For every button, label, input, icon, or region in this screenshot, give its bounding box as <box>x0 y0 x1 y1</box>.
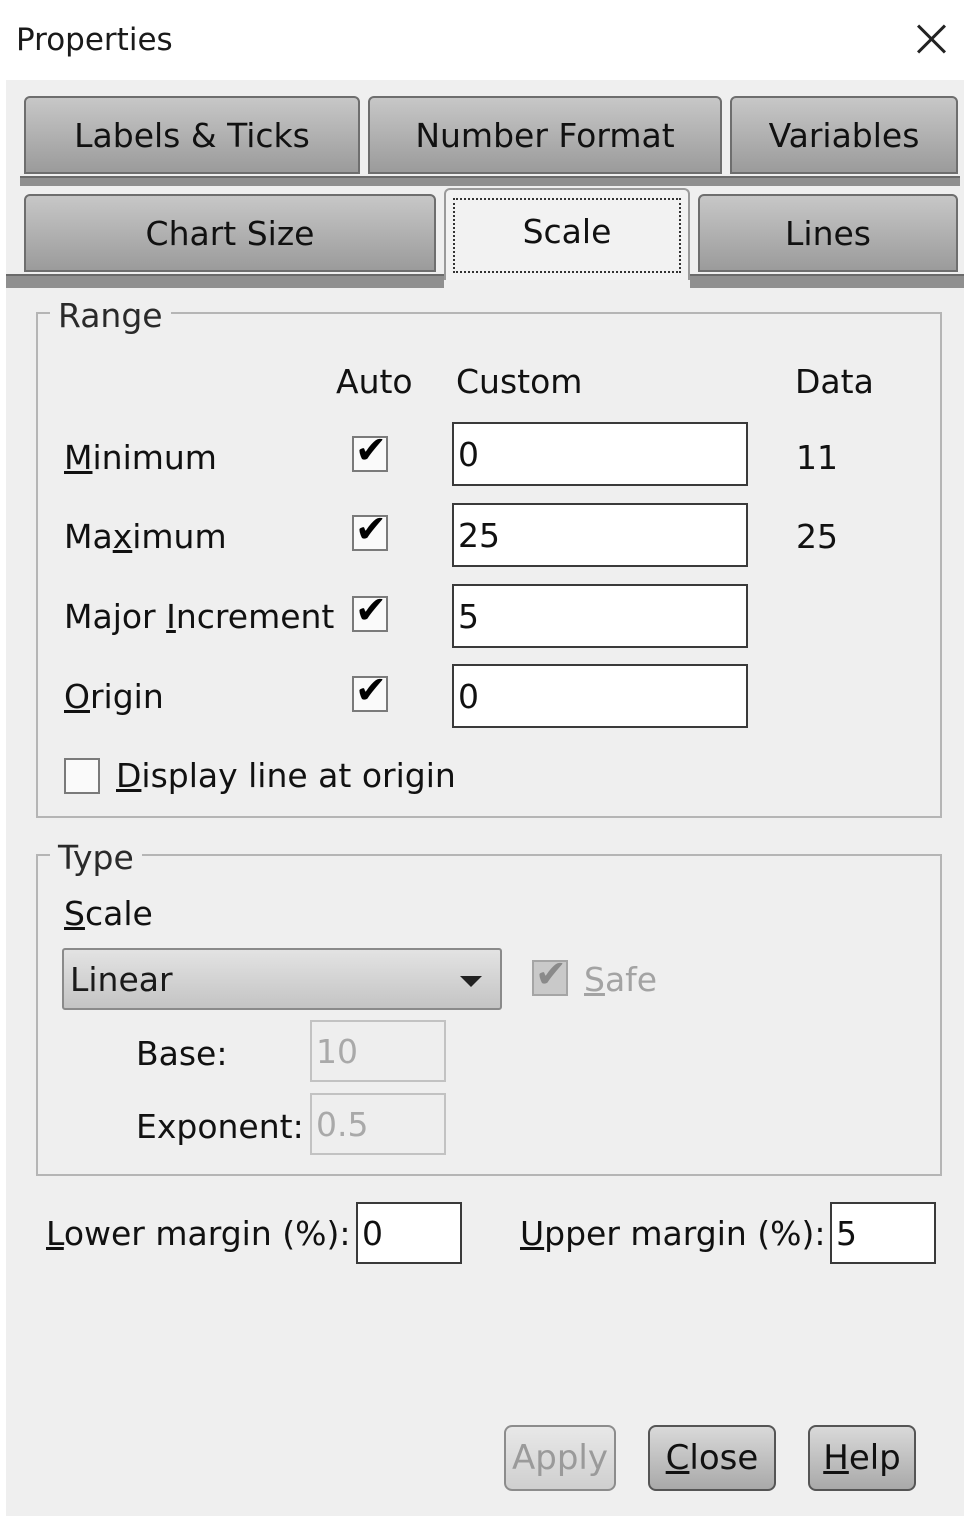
apply-button[interactable]: Apply <box>504 1425 616 1491</box>
chevron-down-icon <box>460 976 482 987</box>
origin-label: Origin <box>64 677 164 716</box>
lower-margin-label: Lower margin (%): <box>46 1214 351 1253</box>
upper-margin-field[interactable]: 5 <box>830 1202 936 1264</box>
type-group-title: Type <box>50 838 142 877</box>
close-icon[interactable] <box>911 18 951 58</box>
tab-row-separator <box>20 176 960 186</box>
lower-margin-field[interactable]: 0 <box>356 1202 462 1264</box>
dialog-title: Properties <box>16 22 173 58</box>
tab-number-format[interactable]: Number Format <box>368 96 722 174</box>
checkmark-icon: ✔ <box>355 428 387 472</box>
major-increment-custom-field[interactable]: 5 <box>452 584 748 648</box>
custom-header: Custom <box>456 362 583 401</box>
tab-label: Chart Size <box>145 213 315 253</box>
properties-dialog: Properties Labels & Ticks Number Format … <box>6 0 964 1516</box>
tab-label: Variables <box>768 115 920 155</box>
base-field[interactable]: 10 <box>310 1020 446 1082</box>
upper-margin-label: Upper margin (%): <box>520 1214 826 1253</box>
tab-labels-ticks[interactable]: Labels & Ticks <box>24 96 360 174</box>
tab-label: Lines <box>785 213 871 253</box>
checkmark-icon: ✔ <box>355 507 387 551</box>
exponent-label: Exponent: <box>136 1107 304 1146</box>
tab-content-border <box>6 274 444 288</box>
title-bar: Properties <box>6 0 964 80</box>
checkmark-icon: ✔ <box>355 668 387 712</box>
scale-type-select[interactable]: Linear <box>62 948 502 1010</box>
maximum-custom-field[interactable]: 25 <box>452 503 748 567</box>
exponent-field[interactable]: 0.5 <box>310 1093 446 1155</box>
tab-chart-size[interactable]: Chart Size <box>24 194 436 272</box>
scale-type-value: Linear <box>70 959 173 999</box>
minimum-label: Minimum <box>64 438 217 477</box>
auto-header: Auto <box>336 362 413 401</box>
origin-custom-field[interactable]: 0 <box>452 664 748 728</box>
checkmark-icon: ✔ <box>535 952 567 996</box>
minimum-custom-field[interactable]: 0 <box>452 422 748 486</box>
safe-checkbox[interactable]: ✔ <box>532 955 568 996</box>
minimum-auto-checkbox[interactable]: ✔ <box>352 431 388 472</box>
display-line-label: Display line at origin <box>116 756 456 795</box>
data-header: Data <box>795 362 874 401</box>
maximum-label: Maximum <box>64 517 227 556</box>
origin-auto-checkbox[interactable]: ✔ <box>352 671 388 712</box>
tab-variables[interactable]: Variables <box>730 96 958 174</box>
range-group-title: Range <box>50 296 171 335</box>
tab-label: Number Format <box>415 115 675 155</box>
major-increment-label: Major Increment <box>64 597 335 636</box>
base-label: Base: <box>136 1034 228 1073</box>
tab-label: Scale <box>452 197 682 273</box>
close-button[interactable]: Close <box>648 1425 776 1491</box>
tab-lines[interactable]: Lines <box>698 194 958 272</box>
tab-label: Labels & Ticks <box>74 115 310 155</box>
help-button[interactable]: Help <box>808 1425 916 1491</box>
maximum-auto-checkbox[interactable]: ✔ <box>352 510 388 551</box>
major-increment-auto-checkbox[interactable]: ✔ <box>352 591 388 632</box>
tab-content-border <box>690 274 964 288</box>
scale-label: Scale <box>64 894 153 933</box>
minimum-data-value: 11 <box>796 438 838 477</box>
maximum-data-value: 25 <box>796 517 838 556</box>
safe-label: Safe <box>584 960 658 999</box>
tab-scale[interactable]: Scale <box>444 188 690 280</box>
checkmark-icon: ✔ <box>355 588 387 632</box>
display-line-checkbox[interactable] <box>64 758 100 794</box>
